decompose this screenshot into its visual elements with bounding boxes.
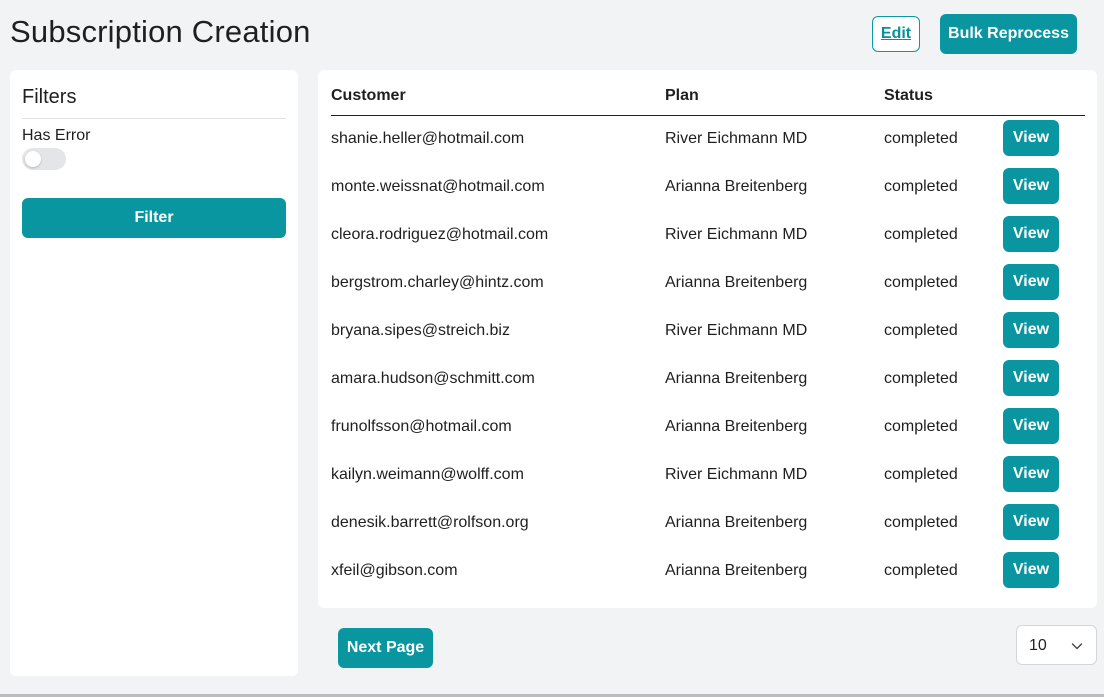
table-row: shanie.heller@hotmail.com River Eichmann…: [318, 116, 1097, 164]
status-cell: completed: [884, 178, 958, 195]
column-header-customer: Customer: [331, 87, 406, 104]
customer-cell: bergstrom.charley@hintz.com: [331, 274, 544, 291]
next-page-button[interactable]: Next Page: [338, 628, 433, 668]
customer-cell: amara.hudson@schmitt.com: [331, 370, 535, 387]
chevron-down-icon: [1071, 643, 1083, 650]
status-cell: completed: [884, 370, 958, 387]
customer-cell: denesik.barrett@rolfson.org: [331, 514, 529, 531]
view-button[interactable]: View: [1003, 504, 1059, 540]
customer-cell: kailyn.weimann@wolff.com: [331, 466, 524, 483]
status-cell: completed: [884, 322, 958, 339]
filters-panel: Filters Has Error Filter: [10, 70, 298, 676]
customer-cell: frunolfsson@hotmail.com: [331, 418, 512, 435]
status-cell: completed: [884, 130, 958, 147]
status-cell: completed: [884, 418, 958, 435]
view-button[interactable]: View: [1003, 216, 1059, 252]
plan-cell: River Eichmann MD: [665, 466, 808, 483]
customer-cell: shanie.heller@hotmail.com: [331, 130, 525, 147]
view-button[interactable]: View: [1003, 360, 1059, 396]
per-page-select[interactable]: 10: [1016, 625, 1097, 665]
customer-cell: cleora.rodriguez@hotmail.com: [331, 226, 549, 243]
table-row: cleora.rodriguez@hotmail.com River Eichm…: [318, 212, 1097, 260]
per-page-value: 10: [1029, 637, 1047, 654]
table-row: monte.weissnat@hotmail.com Arianna Breit…: [318, 164, 1097, 212]
plan-cell: River Eichmann MD: [665, 130, 808, 147]
table-row: amara.hudson@schmitt.com Arianna Breiten…: [318, 356, 1097, 404]
bulk-reprocess-button[interactable]: Bulk Reprocess: [940, 14, 1077, 54]
has-error-toggle[interactable]: [22, 148, 66, 170]
view-button[interactable]: View: [1003, 312, 1059, 348]
customer-cell: bryana.sipes@streich.biz: [331, 322, 510, 339]
plan-cell: Arianna Breitenberg: [665, 514, 808, 531]
view-button[interactable]: View: [1003, 552, 1059, 588]
filters-title: Filters: [22, 86, 77, 108]
plan-cell: River Eichmann MD: [665, 322, 808, 339]
edit-button[interactable]: Edit: [872, 16, 920, 52]
status-cell: completed: [884, 514, 958, 531]
page-title: Subscription Creation: [10, 14, 311, 49]
filter-button[interactable]: Filter: [22, 198, 286, 238]
column-header-status: Status: [884, 87, 933, 104]
status-cell: completed: [884, 226, 958, 243]
status-cell: completed: [884, 466, 958, 483]
view-button[interactable]: View: [1003, 168, 1059, 204]
status-cell: completed: [884, 274, 958, 291]
plan-cell: Arianna Breitenberg: [665, 178, 808, 195]
page: Subscription Creation Edit Bulk Reproces…: [0, 0, 1104, 697]
has-error-label: Has Error: [22, 127, 91, 144]
table-row: xfeil@gibson.com Arianna Breitenberg com…: [318, 548, 1097, 596]
toggle-knob: [25, 151, 41, 167]
plan-cell: Arianna Breitenberg: [665, 370, 808, 387]
table-body: shanie.heller@hotmail.com River Eichmann…: [318, 116, 1097, 596]
table-row: kailyn.weimann@wolff.com River Eichmann …: [318, 452, 1097, 500]
table-row: bryana.sipes@streich.biz River Eichmann …: [318, 308, 1097, 356]
view-button[interactable]: View: [1003, 264, 1059, 300]
table-row: denesik.barrett@rolfson.org Arianna Brei…: [318, 500, 1097, 548]
customer-cell: xfeil@gibson.com: [331, 562, 458, 579]
plan-cell: River Eichmann MD: [665, 226, 808, 243]
plan-cell: Arianna Breitenberg: [665, 418, 808, 435]
view-button[interactable]: View: [1003, 456, 1059, 492]
table-row: frunolfsson@hotmail.com Arianna Breitenb…: [318, 404, 1097, 452]
filters-divider: [22, 118, 286, 119]
view-button[interactable]: View: [1003, 408, 1059, 444]
column-header-plan: Plan: [665, 87, 699, 104]
plan-cell: Arianna Breitenberg: [665, 562, 808, 579]
customer-cell: monte.weissnat@hotmail.com: [331, 178, 545, 195]
status-cell: completed: [884, 562, 958, 579]
table-row: bergstrom.charley@hintz.com Arianna Brei…: [318, 260, 1097, 308]
plan-cell: Arianna Breitenberg: [665, 274, 808, 291]
subscriptions-table: Customer Plan Status shanie.heller@hotma…: [318, 70, 1097, 608]
view-button[interactable]: View: [1003, 120, 1059, 156]
